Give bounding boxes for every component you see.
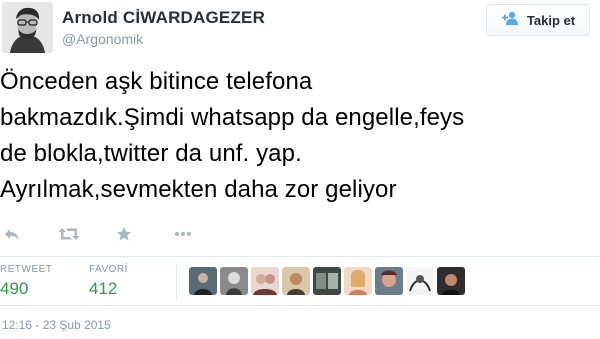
- user-screen-name[interactable]: @Argonomik: [62, 31, 143, 47]
- tweet-text-line: de blokla,twitter da unf. yap.: [0, 140, 302, 167]
- tweet-text-line: Ayrılmak,sevmekten daha zor geliyor: [0, 176, 397, 203]
- retweet-button[interactable]: [58, 222, 116, 246]
- reply-button[interactable]: [0, 222, 58, 246]
- favorite-stat-label: FAVORİ: [89, 264, 128, 275]
- retweet-count: 490: [0, 279, 29, 298]
- user-name-line: Arnold CİWARDAGEZER: [62, 8, 265, 28]
- favoriter-avatar[interactable]: [344, 267, 372, 295]
- reply-icon: [5, 229, 19, 240]
- tweet-text-line: Önceden aşk bitince telefona: [0, 68, 313, 95]
- tweet-header: Arnold CİWARDAGEZER @Argonomik Takip et: [0, 0, 600, 56]
- tweet-text-line: bakmazdık.Şimdi whatsapp da engelle,feys: [0, 104, 465, 131]
- person-plus-icon: [501, 11, 519, 30]
- tweet-text: Önceden aşk bitince telefona bakmazdık.Ş…: [0, 64, 596, 208]
- retweet-icon: [58, 228, 80, 240]
- stats-divider: [176, 265, 177, 299]
- follow-button-label: Takip et: [526, 12, 576, 28]
- favoriter-avatar[interactable]: [189, 267, 217, 295]
- favoriter-avatar[interactable]: [313, 267, 341, 295]
- retweet-stat-label: RETWEET: [0, 264, 53, 275]
- favoriter-avatar[interactable]: [437, 267, 465, 295]
- favoriter-avatar[interactable]: [406, 267, 434, 295]
- favoriter-avatar[interactable]: [251, 267, 279, 295]
- avatar-image: [2, 2, 53, 53]
- favorite-count: 412: [89, 279, 118, 298]
- tweet-actions: [0, 222, 232, 246]
- more-button[interactable]: [174, 222, 232, 246]
- user-full-name[interactable]: Arnold CİWARDAGEZER: [62, 8, 265, 28]
- avatar[interactable]: [2, 2, 53, 53]
- tweet-timestamp[interactable]: 12:16 - 23 Şub 2015: [2, 318, 111, 332]
- retweet-stat[interactable]: RETWEET 490: [0, 264, 52, 299]
- follow-button[interactable]: Takip et: [486, 4, 590, 36]
- favoriters-avatars: [189, 267, 465, 295]
- favoriter-avatar[interactable]: [220, 267, 248, 295]
- favorite-icon: [116, 226, 132, 241]
- more-icon: [175, 232, 191, 236]
- favoriter-avatar[interactable]: [375, 267, 403, 295]
- favorite-button[interactable]: [116, 222, 174, 246]
- favoriter-avatar[interactable]: [282, 267, 310, 295]
- favorite-stat[interactable]: FAVORİ 412: [89, 264, 128, 299]
